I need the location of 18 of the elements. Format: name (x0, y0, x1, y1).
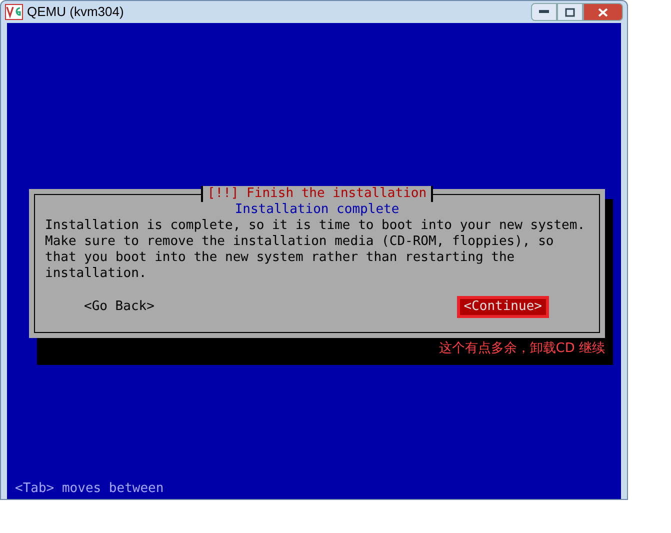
dialog-subtitle: Installation complete (234, 202, 400, 218)
dialog-title: [!!] Finish the installation (201, 186, 433, 202)
message-line: that you boot into the new system rather than restarting the (45, 250, 516, 266)
status-text: <Tab> moves between (14, 481, 165, 498)
minimize-button[interactable] (531, 3, 557, 21)
dialog-button[interactable]: <Continue> (456, 296, 549, 318)
window-title: QEMU (kvm304) (27, 3, 124, 22)
message-line: Installation is complete, so it is time to boot into your new system. (45, 218, 586, 234)
maximize-button[interactable] (557, 3, 583, 21)
message-line: installation. (45, 266, 148, 282)
annotation-text: 这个有点多余，卸载CD 继续 (438, 341, 605, 357)
dialog-button[interactable]: <Go Back> (77, 296, 162, 318)
app-logo-icon (5, 4, 23, 20)
maximize-icon (565, 8, 575, 16)
minimize-icon (539, 10, 549, 14)
close-icon (598, 8, 608, 16)
close-button[interactable] (583, 3, 623, 21)
message-line: Make sure to remove the installation media (CD-ROM, floppies), so (45, 234, 555, 250)
